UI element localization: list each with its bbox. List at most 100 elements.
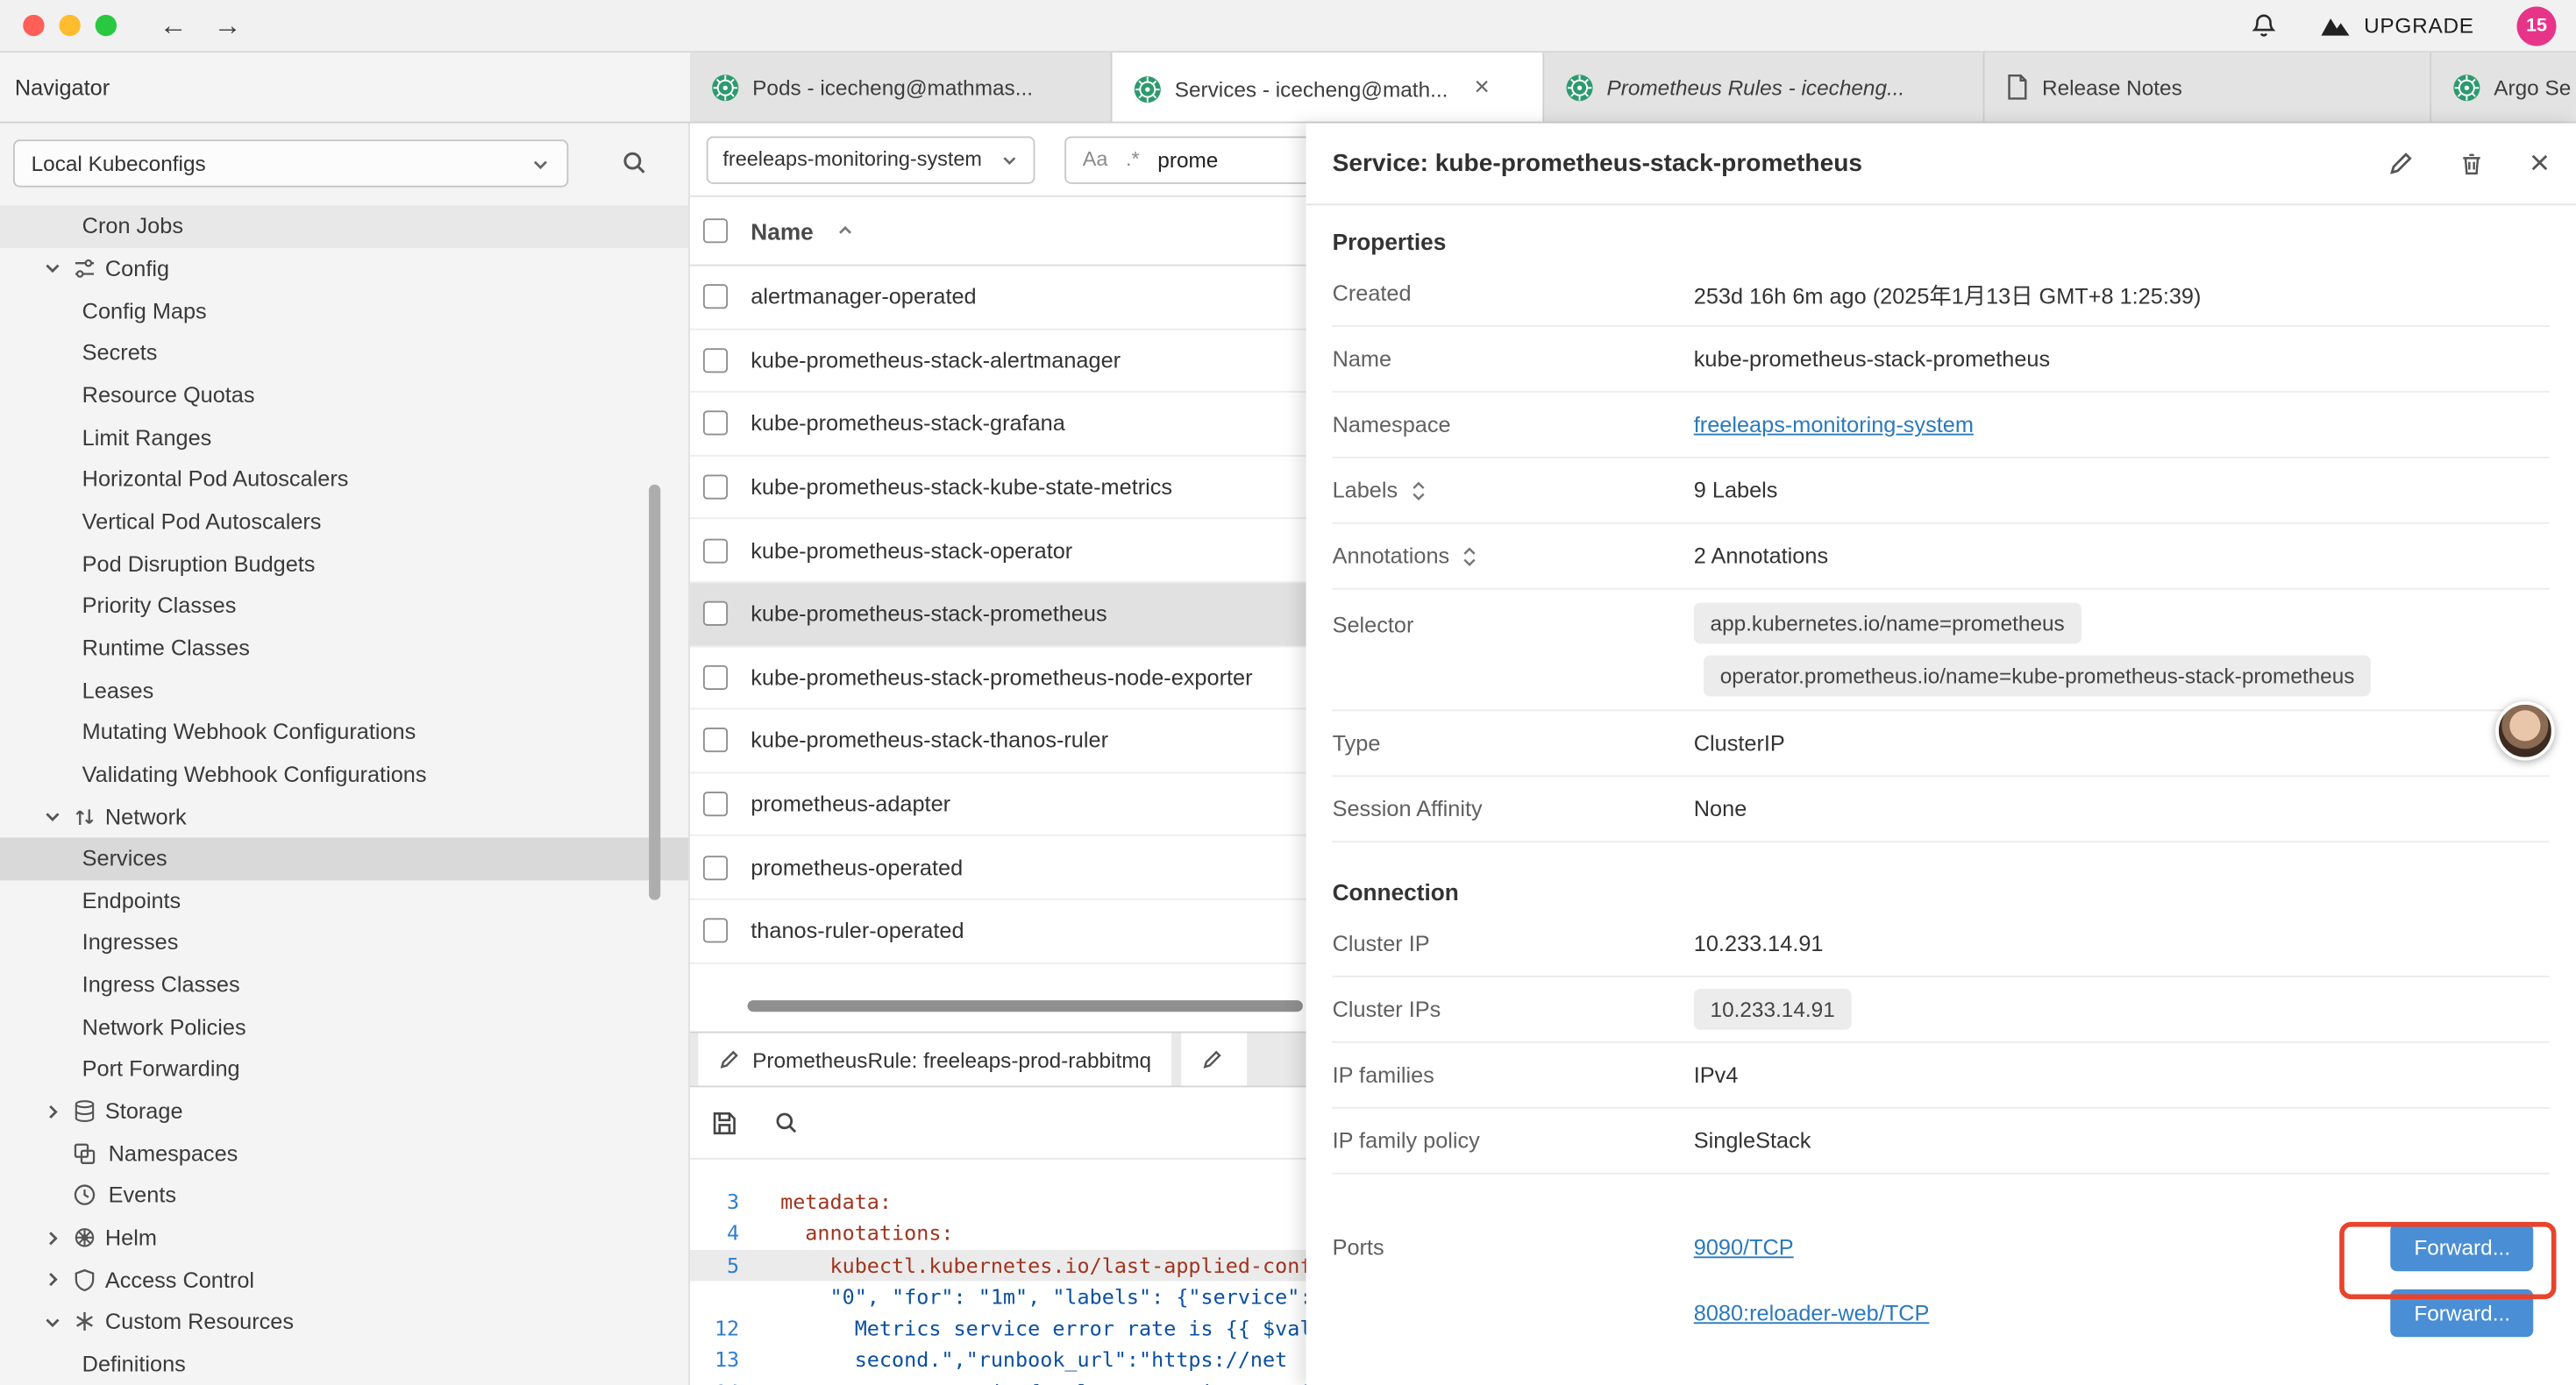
minimize-window-button[interactable]	[59, 15, 80, 36]
table-row[interactable]: alertmanager-operated	[690, 266, 1306, 330]
sidebar-item-priority-classes[interactable]: Priority Classes	[0, 585, 688, 627]
table-row[interactable]: kube-prometheus-stack-kube-state-metrics	[690, 456, 1306, 519]
row-checkbox[interactable]	[703, 538, 728, 563]
sidebar-item-validating-webhook-configurations[interactable]: Validating Webhook Configurations	[0, 753, 688, 795]
sidebar-item-config[interactable]: Config	[0, 247, 688, 289]
edit-icon[interactable]	[2387, 150, 2413, 176]
dock-tab-partial[interactable]	[1181, 1033, 1247, 1086]
sidebar-scrollbar-thumb[interactable]	[649, 485, 660, 900]
sidebar-item-services[interactable]: Services	[0, 837, 688, 879]
code-line[interactable]: "0", "for": "1m", "labels": {"service":	[756, 1281, 1306, 1312]
chevron-down-icon[interactable]	[43, 1312, 62, 1332]
sidebar-item-events[interactable]: Events	[0, 1175, 688, 1217]
sidebar-item-vertical-pod-autoscalers[interactable]: Vertical Pod Autoscalers	[0, 501, 688, 543]
row-checkbox[interactable]	[703, 728, 728, 753]
regex-toggle[interactable]: .*	[1126, 148, 1140, 171]
close-window-button[interactable]	[23, 15, 44, 36]
select-all-checkbox[interactable]	[703, 218, 728, 243]
row-checkbox[interactable]	[703, 856, 728, 880]
tab-release-notes[interactable]: Release Notes	[1984, 53, 2431, 122]
user-avatar[interactable]	[2495, 701, 2554, 760]
port-link[interactable]: 8080:reloader-web/TCP	[1694, 1300, 1930, 1325]
namespace-link[interactable]: freeleaps-monitoring-system	[1694, 412, 1974, 437]
search-input[interactable]: Aa .* prome	[1064, 136, 1306, 183]
chevron-down-icon[interactable]	[43, 259, 62, 278]
sidebar-item-horizontal-pod-autoscalers[interactable]: Horizontal Pod Autoscalers	[0, 458, 688, 501]
sidebar-item-mutating-webhook-configurations[interactable]: Mutating Webhook Configurations	[0, 711, 688, 753]
unfold-icon[interactable]	[1409, 479, 1427, 501]
namespace-select[interactable]: freeleaps-monitoring-system	[707, 136, 1035, 183]
sidebar-search-icon[interactable]	[621, 150, 647, 176]
sidebar-item-storage[interactable]: Storage	[0, 1090, 688, 1133]
row-checkbox[interactable]	[703, 665, 728, 690]
chevron-right-icon[interactable]	[43, 1270, 62, 1289]
table-row[interactable]: thanos-ruler-operated	[690, 900, 1306, 963]
sidebar-item-helm[interactable]: Helm	[0, 1217, 688, 1259]
table-row[interactable]: kube-prometheus-stack-alertmanager	[690, 330, 1306, 393]
table-row[interactable]: kube-prometheus-stack-operator	[690, 520, 1306, 583]
code-line[interactable]: error rate in freeleaps metrics service	[756, 1376, 1306, 1385]
sidebar-item-ingress-classes[interactable]: Ingress Classes	[0, 964, 688, 1006]
horizontal-scrollbar-thumb[interactable]	[748, 1000, 1303, 1012]
match-case-toggle[interactable]: Aa	[1083, 148, 1108, 171]
table-row[interactable]: prometheus-operated	[690, 836, 1306, 899]
editor-search-icon[interactable]	[774, 1111, 799, 1135]
kubeconfig-selector[interactable]: Local Kubeconfigs	[13, 139, 568, 187]
close-icon[interactable]: ×	[2530, 146, 2550, 181]
sidebar-item-custom-resources[interactable]: Custom Resources	[0, 1301, 688, 1343]
sidebar-item-secrets[interactable]: Secrets	[0, 331, 688, 373]
chevron-down-icon[interactable]	[43, 806, 62, 826]
sidebar-item-limit-ranges[interactable]: Limit Ranges	[0, 416, 688, 458]
sidebar-item-definitions[interactable]: Definitions	[0, 1343, 688, 1385]
notification-count-badge[interactable]: 15	[2517, 6, 2557, 46]
chevron-right-icon[interactable]	[43, 1228, 62, 1247]
code-line[interactable]: Metrics service error rate is {{ $value	[756, 1312, 1306, 1344]
code-line[interactable]: annotations:	[756, 1218, 954, 1249]
name-column-header[interactable]: Name	[751, 217, 813, 244]
table-row[interactable]: kube-prometheus-stack-prometheus-node-ex…	[690, 646, 1306, 709]
unfold-icon[interactable]	[1461, 544, 1479, 567]
row-checkbox[interactable]	[703, 601, 728, 626]
sidebar-item-network[interactable]: Network	[0, 795, 688, 837]
delete-icon[interactable]	[2459, 150, 2483, 176]
row-checkbox[interactable]	[703, 285, 728, 309]
sidebar-item-runtime-classes[interactable]: Runtime Classes	[0, 627, 688, 669]
sidebar-item-cron-jobs[interactable]: Cron Jobs	[0, 205, 688, 247]
code-line[interactable]: metadata:	[756, 1186, 892, 1218]
sidebar-item-port-forwarding[interactable]: Port Forwarding	[0, 1048, 688, 1090]
tab-pods[interactable]: Pods - icecheng@mathmas...	[690, 53, 1113, 122]
zoom-window-button[interactable]	[96, 15, 117, 36]
tab-services[interactable]: Services - icecheng@math... ×	[1112, 53, 1544, 122]
sidebar-item-leases[interactable]: Leases	[0, 669, 688, 711]
code-line[interactable]: kubectl.kubernetes.io/last-applied-confi…	[756, 1249, 1306, 1281]
row-checkbox[interactable]	[703, 348, 728, 373]
tab-argo[interactable]: Argo Se	[2431, 53, 2576, 122]
tab-prometheus-rules[interactable]: Prometheus Rules - icecheng...	[1544, 53, 1984, 122]
dock-tab-prometheusrule[interactable]: PrometheusRule: freeleaps-prod-rabbitmq	[698, 1033, 1171, 1086]
table-row[interactable]: prometheus-adapter	[690, 773, 1306, 836]
row-checkbox[interactable]	[703, 475, 728, 500]
port-link[interactable]: 9090/TCP	[1694, 1234, 1794, 1259]
table-row[interactable]: kube-prometheus-stack-grafana	[690, 393, 1306, 456]
sidebar-item-ingresses[interactable]: Ingresses	[0, 921, 688, 963]
code-line[interactable]: second.","runbook_url":"https://net	[756, 1345, 1287, 1376]
sort-ascending-icon[interactable]	[836, 222, 855, 240]
row-checkbox[interactable]	[703, 792, 728, 816]
sidebar-item-endpoints[interactable]: Endpoints	[0, 879, 688, 921]
table-row[interactable]: kube-prometheus-stack-thanos-ruler	[690, 710, 1306, 773]
sidebar-item-pod-disruption-budgets[interactable]: Pod Disruption Budgets	[0, 543, 688, 585]
row-checkbox[interactable]	[703, 919, 728, 943]
table-row-selected[interactable]: kube-prometheus-stack-prometheus	[690, 583, 1306, 646]
yaml-editor[interactable]: 3 metadata: 4 annotations: 5 kubectl.kub…	[690, 1160, 1306, 1385]
sidebar-item-access-control[interactable]: Access Control	[0, 1259, 688, 1301]
back-button[interactable]: ←	[160, 11, 188, 39]
notifications-bell-icon[interactable]	[2251, 11, 2277, 39]
forward-button[interactable]: →	[214, 11, 242, 39]
forward-button[interactable]: Forward...	[2391, 1223, 2533, 1270]
forward-button[interactable]: Forward...	[2391, 1289, 2533, 1336]
row-checkbox[interactable]	[703, 411, 728, 436]
sidebar-item-config-maps[interactable]: Config Maps	[0, 289, 688, 331]
sidebar-item-network-policies[interactable]: Network Policies	[0, 1006, 688, 1048]
tab-close-icon[interactable]: ×	[1474, 75, 1490, 102]
save-icon[interactable]	[711, 1110, 737, 1136]
